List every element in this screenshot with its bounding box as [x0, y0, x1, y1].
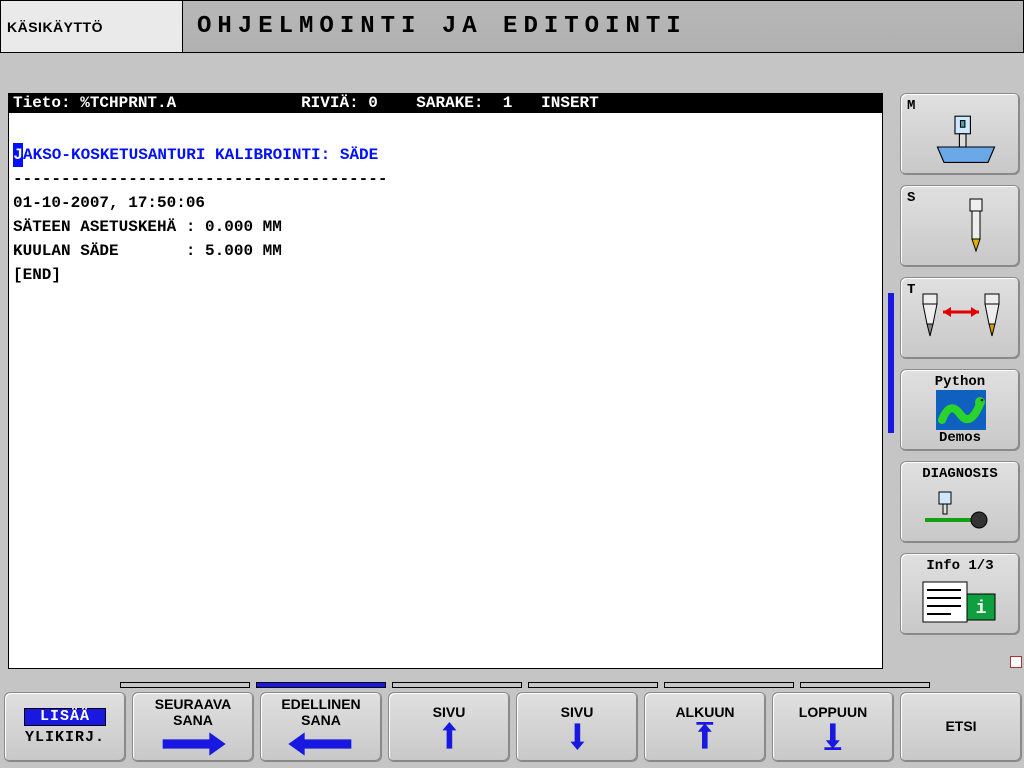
scroll-indicator: [888, 93, 894, 669]
vkey-diagnosis[interactable]: DIAGNOSIS: [900, 461, 1020, 543]
tool-change-icon: [911, 290, 1011, 350]
diagnosis-icon: [921, 490, 1001, 534]
corner-indicator-icon: [1010, 656, 1022, 668]
python-snake-icon: [936, 390, 986, 430]
editor-status-bar: Tieto: %TCHPRNT.A RIVIÄ: 0 SARAKE: 1 INS…: [9, 94, 882, 113]
page-title: OHJELMOINTI JA EDITOINTI: [183, 0, 1024, 53]
hkey-insert-overwrite[interactable]: LISÄÄ YLIKIRJ.: [4, 692, 126, 762]
arrow-up-icon: [441, 722, 458, 750]
pager-seg-active[interactable]: [256, 682, 386, 688]
arrow-up-bar-icon: [695, 722, 715, 750]
horizontal-softkey-bar: LISÄÄ YLIKIRJ. SEURAAVASANA EDELLINENSAN…: [0, 682, 1024, 768]
spindle-icon: [956, 196, 996, 258]
vkey-m[interactable]: M: [900, 93, 1020, 175]
vkey-python-label-top: Python: [901, 374, 1019, 390]
program-editor[interactable]: Tieto: %TCHPRNT.A RIVIÄ: 0 SARAKE: 1 INS…: [8, 93, 883, 669]
pager-seg[interactable]: [664, 682, 794, 688]
hkey-page-down[interactable]: SIVU: [516, 692, 638, 762]
option-overwrite: YLIKIRJ.: [25, 730, 105, 746]
hkey-page-up[interactable]: SIVU: [388, 692, 510, 762]
pager-seg[interactable]: [392, 682, 522, 688]
vkey-info-label: Info 1/3: [901, 558, 1019, 574]
arrow-down-icon: [569, 722, 586, 750]
vkey-m-label: M: [907, 98, 915, 114]
vkey-python-label-bot: Demos: [901, 430, 1019, 446]
hkey-next-word[interactable]: SEURAAVASANA: [132, 692, 254, 762]
vkey-info[interactable]: Info 1/3 i: [900, 553, 1020, 635]
arrow-left-icon: [286, 730, 356, 758]
vkey-t[interactable]: T: [900, 277, 1020, 359]
hkey-to-end[interactable]: LOPPUUN: [772, 692, 894, 762]
option-insert-selected: LISÄÄ: [24, 708, 106, 726]
vkey-python-demos[interactable]: Python Demos: [900, 369, 1020, 451]
hkey-to-start[interactable]: ALKUUN: [644, 692, 766, 762]
editor-body[interactable]: JAKSO-KOSKETUSANTURI KALIBROINTI: SÄDE -…: [9, 113, 882, 317]
arrow-right-icon: [158, 730, 228, 758]
vkey-s-label: S: [907, 190, 915, 206]
pager-seg[interactable]: [800, 682, 930, 688]
vkey-s[interactable]: S: [900, 185, 1020, 267]
cursor: J: [13, 143, 23, 167]
pager-seg[interactable]: [120, 682, 250, 688]
machine-icon: [931, 114, 1001, 169]
mode-tab[interactable]: KÄSIKÄYTTÖ: [0, 0, 183, 53]
softkey-pager: [120, 682, 930, 688]
hkey-prev-word[interactable]: EDELLINENSANA: [260, 692, 382, 762]
vkey-diagnosis-label: DIAGNOSIS: [901, 466, 1019, 482]
info-page-icon: i: [921, 578, 1001, 626]
hkey-search[interactable]: ETSI: [900, 692, 1022, 762]
header-bar: KÄSIKÄYTTÖ OHJELMOINTI JA EDITOINTI: [0, 0, 1024, 53]
scroll-thumb[interactable]: [888, 293, 894, 433]
pager-seg[interactable]: [528, 682, 658, 688]
arrow-down-bar-icon: [823, 722, 843, 750]
svg-text:i: i: [976, 599, 987, 619]
vertical-softkeys: M S T Python: [900, 93, 1020, 635]
